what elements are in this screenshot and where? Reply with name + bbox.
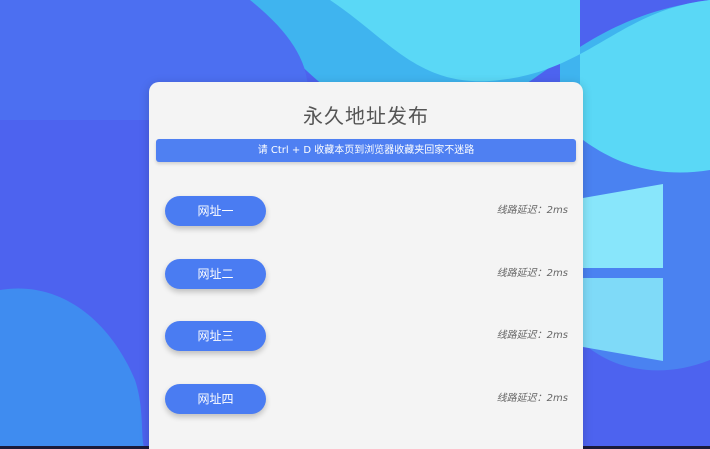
link-button-4[interactable]: 网址四 bbox=[165, 384, 266, 414]
link-row: 网址四 线路延迟：2ms bbox=[165, 384, 568, 414]
address-card: 永久地址发布 请 Ctrl + D 收藏本页到浏览器收藏夹回家不迷路 网址一 线… bbox=[149, 82, 583, 449]
bookmark-notice: 请 Ctrl + D 收藏本页到浏览器收藏夹回家不迷路 bbox=[156, 139, 576, 162]
latency-label: 线路延迟：2ms bbox=[496, 205, 568, 216]
link-button-1[interactable]: 网址一 bbox=[165, 196, 266, 226]
latency-label: 线路延迟：2ms bbox=[496, 330, 568, 341]
link-row: 网址一 线路延迟：2ms bbox=[165, 196, 568, 226]
latency-label: 线路延迟：2ms bbox=[496, 393, 568, 404]
link-row: 网址二 线路延迟：2ms bbox=[165, 259, 568, 289]
link-row: 网址三 线路延迟：2ms bbox=[165, 321, 568, 351]
latency-label: 线路延迟：2ms bbox=[496, 268, 568, 279]
link-button-3[interactable]: 网址三 bbox=[165, 321, 266, 351]
link-button-2[interactable]: 网址二 bbox=[165, 259, 266, 289]
page-title: 永久地址发布 bbox=[303, 104, 429, 128]
